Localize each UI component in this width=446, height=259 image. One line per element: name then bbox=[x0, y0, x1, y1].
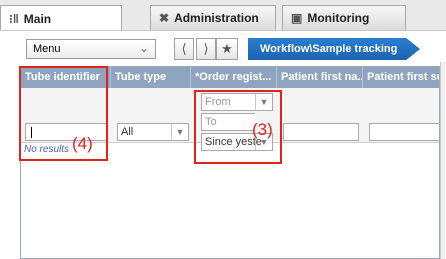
tab-bar: ⁝‖ Main ✖ Administration ▣ Monitoring bbox=[0, 0, 446, 31]
menu-dropdown[interactable]: Menu ⌄ bbox=[26, 39, 156, 59]
chevron-left-icon: ⟨ bbox=[181, 41, 187, 56]
patient-first-name-filter-input[interactable] bbox=[283, 123, 359, 141]
highlight-box-4 bbox=[19, 66, 108, 161]
tools-icon: ✖ bbox=[159, 11, 170, 25]
menu-label: Menu bbox=[33, 43, 61, 55]
breadcrumb[interactable]: Workflow\Sample tracking bbox=[248, 38, 420, 60]
chevron-right-icon: ⟩ bbox=[203, 41, 209, 56]
monitor-icon: ▣ bbox=[291, 11, 303, 25]
tab-administration-label: Administration bbox=[174, 11, 259, 25]
forward-button[interactable]: ⟩ bbox=[196, 38, 216, 60]
tube-type-filter-select[interactable]: All ▼ bbox=[117, 123, 189, 141]
callout-label-4: (4) bbox=[72, 134, 93, 153]
back-button[interactable]: ⟨ bbox=[174, 38, 194, 60]
tab-main-label: Main bbox=[23, 11, 52, 26]
tab-administration[interactable]: ✖ Administration bbox=[150, 5, 276, 30]
dropdown-arrow-icon: ▼ bbox=[171, 124, 188, 140]
favorite-button[interactable]: ★ bbox=[216, 38, 238, 60]
chevron-down-icon: ⌄ bbox=[138, 41, 149, 55]
tab-main[interactable]: ⁝‖ Main bbox=[0, 5, 122, 31]
column-header-order-registration[interactable]: *Order regist... bbox=[191, 67, 277, 88]
column-header-tube-type[interactable]: Tube type bbox=[111, 67, 191, 88]
column-header-patient-first-surname[interactable]: Patient first su bbox=[363, 67, 439, 88]
callout-label-3: (3) bbox=[252, 120, 273, 139]
side-panel-edge bbox=[440, 62, 446, 259]
tab-monitoring[interactable]: ▣ Monitoring bbox=[282, 5, 406, 30]
column-header-patient-first-name[interactable]: Patient first na... bbox=[277, 67, 363, 88]
tab-monitoring-label: Monitoring bbox=[307, 11, 370, 25]
chart-icon: ⁝‖ bbox=[9, 11, 19, 26]
star-icon: ★ bbox=[221, 41, 233, 56]
patient-first-surname-filter-input[interactable] bbox=[369, 123, 439, 141]
toolbar: Menu ⌄ ⟨ ⟩ ★ Workflow\Sample tracking bbox=[0, 30, 446, 67]
tube-type-filter-value: All bbox=[121, 126, 134, 138]
